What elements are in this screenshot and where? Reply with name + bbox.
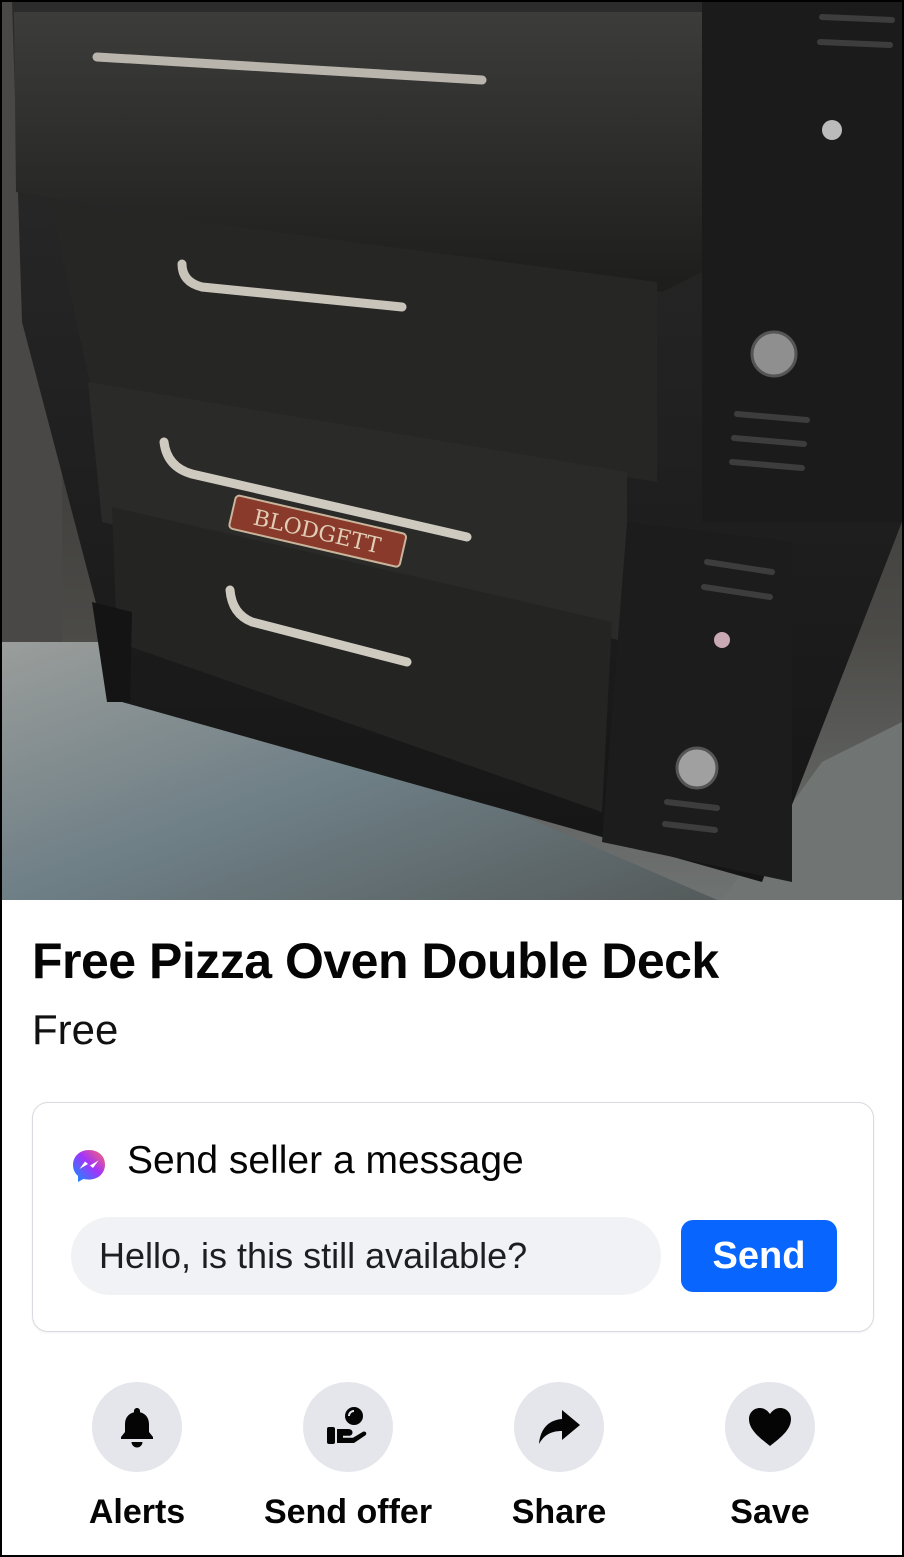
share-button[interactable] — [514, 1382, 604, 1472]
save-label: Save — [730, 1493, 810, 1531]
pizza-oven-image: BLODGETT — [2, 2, 902, 900]
share-action[interactable]: Share — [464, 1382, 654, 1532]
listing-price: Free — [32, 1006, 119, 1053]
message-heading: Send seller a message — [127, 1139, 524, 1182]
share-label: Share — [511, 1493, 607, 1531]
share-arrow-icon — [539, 1410, 580, 1444]
send-offer-button[interactable] — [303, 1382, 393, 1472]
send-button[interactable]: Send — [681, 1220, 837, 1292]
message-header: Send seller a message — [71, 1137, 524, 1185]
send-offer-action[interactable]: Send offer — [253, 1382, 443, 1532]
alerts-button[interactable] — [92, 1382, 182, 1472]
alerts-action[interactable]: Alerts — [42, 1382, 232, 1532]
messenger-icon — [73, 1150, 105, 1182]
save-button[interactable] — [725, 1382, 815, 1472]
heart-icon — [749, 1408, 791, 1446]
save-action[interactable]: Save — [675, 1382, 865, 1532]
offer-hand-icon — [327, 1407, 367, 1444]
listing-title: Free Pizza Oven Double Deck — [32, 933, 719, 989]
listing-screen: BLODGETT Free Pizza Oven Double Deck Fre… — [0, 0, 904, 1557]
send-offer-label: Send offer — [263, 1493, 433, 1531]
alerts-label: Alerts — [88, 1493, 186, 1531]
message-input[interactable] — [71, 1217, 661, 1295]
send-message-card: Send seller a message Send — [32, 1102, 874, 1332]
listing-photo[interactable]: BLODGETT — [2, 2, 902, 900]
bell-icon — [121, 1408, 153, 1448]
